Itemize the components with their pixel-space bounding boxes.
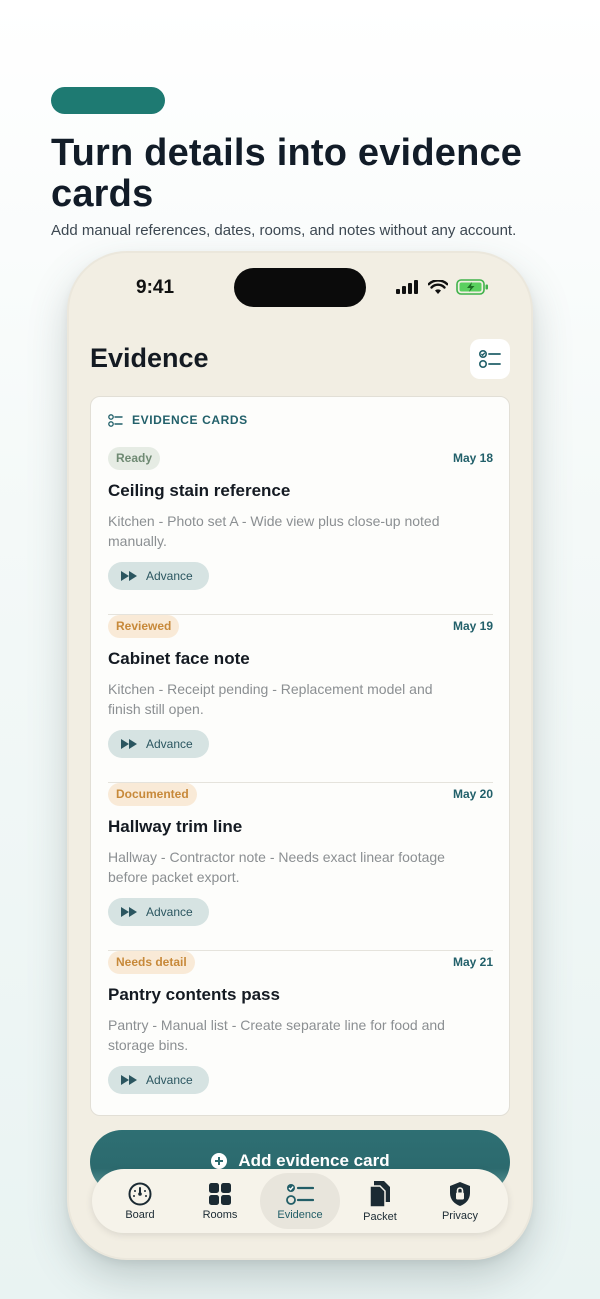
- checklist-icon: [286, 1183, 314, 1205]
- checklist-toggle-button[interactable]: [470, 339, 510, 379]
- bottom-tab-bar: Board Rooms Evidence Packet Privacy: [92, 1169, 508, 1233]
- gauge-icon: [128, 1182, 152, 1205]
- card-date: May 20: [452, 787, 493, 801]
- card-title: Hallway trim line: [108, 817, 243, 836]
- wifi-icon: [428, 279, 448, 294]
- card-date: May 21: [452, 955, 493, 969]
- tab-packet[interactable]: Packet: [340, 1173, 420, 1229]
- evidence-card[interactable]: Needs detail May 21 Pantry contents pass…: [108, 951, 493, 1115]
- screen-title: Evidence: [90, 343, 209, 373]
- card-title: Ceiling stain reference: [108, 481, 291, 500]
- phone-frame: 9:41 Evidence EVIDENCE CARDS Ready May 1…: [69, 253, 531, 1258]
- card-description: Pantry - Manual list - Create separate l…: [108, 1017, 445, 1053]
- checklist-icon: [108, 413, 123, 427]
- card-description: Hallway - Contractor note - Needs exact …: [108, 849, 445, 885]
- card-date: May 18: [452, 451, 493, 465]
- plus-circle-icon: [211, 1153, 228, 1169]
- tab-board[interactable]: Board: [100, 1173, 180, 1229]
- card-title: Pantry contents pass: [108, 985, 280, 1004]
- advance-label: Advance: [146, 737, 193, 751]
- lock-shield-icon: [450, 1181, 470, 1206]
- dynamic-island: [234, 268, 366, 307]
- advance-label: Advance: [146, 905, 193, 919]
- card-date: May 19: [452, 619, 493, 633]
- evidence-card[interactable]: Reviewed May 19 Cabinet face note Kitche…: [108, 615, 493, 783]
- tab-label: Packet: [363, 1210, 397, 1223]
- advance-button[interactable]: Advance: [108, 562, 209, 590]
- advance-button[interactable]: Advance: [108, 1066, 209, 1094]
- card-description: Kitchen - Photo set A - Wide view plus c…: [108, 513, 440, 549]
- fast-forward-icon: [121, 1075, 137, 1085]
- status-badge: Ready: [108, 447, 161, 470]
- status-time: 9:41: [136, 277, 175, 298]
- add-button-label: Add evidence card: [238, 1151, 390, 1170]
- evidence-card[interactable]: Documented May 20 Hallway trim line Hall…: [108, 783, 493, 951]
- tab-evidence[interactable]: Evidence: [260, 1173, 340, 1229]
- advance-button[interactable]: Advance: [108, 730, 209, 758]
- hero-subtitle: Add manual references, dates, rooms, and…: [51, 222, 517, 239]
- card-description: Kitchen - Receipt pending - Replacement …: [108, 681, 433, 717]
- card-title: Cabinet face note: [108, 649, 250, 668]
- fast-forward-icon: [121, 739, 137, 749]
- tab-label: Rooms: [202, 1208, 238, 1221]
- panel-label: EVIDENCE CARDS: [132, 413, 248, 427]
- hero-title: Turn details into evidence cards: [51, 132, 523, 215]
- advance-label: Advance: [146, 569, 193, 583]
- fast-forward-icon: [121, 907, 137, 917]
- panel-header: EVIDENCE CARDS: [108, 413, 248, 427]
- tab-privacy[interactable]: Privacy: [420, 1173, 500, 1229]
- tab-label: Evidence: [277, 1208, 323, 1221]
- tab-label: Board: [125, 1208, 155, 1221]
- documents-icon: [369, 1180, 390, 1208]
- grid-icon: [209, 1182, 231, 1205]
- fast-forward-icon: [121, 571, 137, 581]
- advance-button[interactable]: Advance: [108, 898, 209, 926]
- status-badge: Reviewed: [108, 615, 180, 638]
- battery-charging-icon: [456, 279, 488, 295]
- brand-accent-pill: [51, 87, 165, 114]
- status-icons: [396, 279, 489, 295]
- status-badge: Needs detail: [108, 951, 195, 974]
- tab-label: Privacy: [441, 1209, 479, 1222]
- evidence-cards-panel: EVIDENCE CARDS Ready May 18 Ceiling stai…: [90, 396, 510, 1116]
- evidence-card[interactable]: Ready May 18 Ceiling stain reference Kit…: [108, 447, 493, 615]
- checklist-icon: [479, 350, 501, 368]
- advance-label: Advance: [146, 1073, 193, 1087]
- status-badge: Documented: [108, 783, 197, 806]
- tab-rooms[interactable]: Rooms: [180, 1173, 260, 1229]
- signal-icon: [396, 280, 418, 294]
